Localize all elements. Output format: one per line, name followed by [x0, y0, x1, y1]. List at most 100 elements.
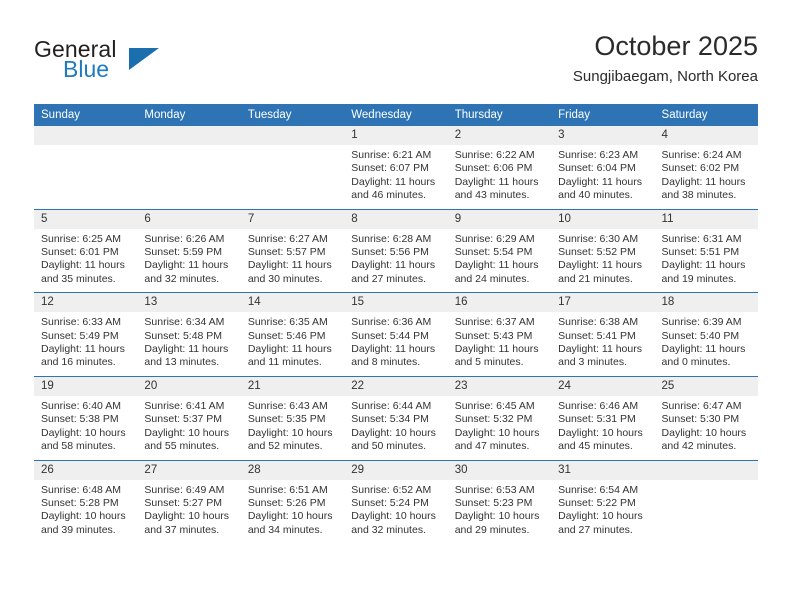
calendar-page: General Blue October 2025 Sungjibaegam, … [0, 0, 792, 612]
day-details: Sunrise: 6:51 AM Sunset: 5:26 PM Daylight:… [241, 480, 344, 544]
calendar-body: 1 Sunrise: 6:21 AM Sunset: 6:07 PM Daylight… [34, 126, 758, 544]
day-number: 8 [344, 209, 448, 229]
daylight-hours: Daylight: 11 hours [247, 259, 332, 272]
calendar-day-cell[interactable]: 23 Sunrise: 6:45 AM Sunset: 5:32 PM Dayligh… [447, 375, 552, 460]
daylight-hours: Daylight: 11 hours [454, 343, 539, 356]
calendar-day-cell[interactable]: 18 Sunrise: 6:39 AM Sunset: 5:40 PM Dayligh… [654, 292, 758, 377]
sunrise-time: Sunrise: 6:49 AM [144, 483, 225, 496]
day-details: Sunrise: 6:35 AM Sunset: 5:46 PM Daylight:… [241, 312, 344, 376]
calendar-day-cell[interactable]: 21 Sunrise: 6:43 AM Sunset: 5:35 PM Dayligh… [240, 375, 345, 460]
daylight-hours: Daylight: 11 hours [558, 343, 642, 356]
sunrise-time: Sunrise: 6:43 AM [247, 399, 328, 412]
daylight-minutes: and 11 minutes. [247, 356, 322, 369]
daylight-hours: Daylight: 11 hours [558, 175, 642, 188]
daylight-minutes: and 38 minutes. [661, 189, 737, 202]
calendar-day-cell[interactable]: 10 Sunrise: 6:30 AM Sunset: 5:52 PM Dayligh… [551, 208, 655, 293]
calendar-day-cell[interactable]: 14 Sunrise: 6:35 AM Sunset: 5:46 PM Dayligh… [240, 292, 345, 377]
calendar-day-cell[interactable]: 11 Sunrise: 6:31 AM Sunset: 5:51 PM Dayligh… [654, 208, 758, 293]
calendar-day-cell[interactable]: 16 Sunrise: 6:37 AM Sunset: 5:43 PM Dayligh… [447, 292, 552, 377]
calendar-day-cell[interactable]: 24 Sunrise: 6:46 AM Sunset: 5:31 PM Dayligh… [551, 375, 655, 460]
sunset-time: Sunset: 5:34 PM [351, 413, 429, 426]
sunrise-time: Sunrise: 6:33 AM [41, 316, 121, 329]
day-number: 9 [447, 209, 552, 229]
calendar-day-cell[interactable]: 15 Sunrise: 6:36 AM Sunset: 5:44 PM Dayligh… [344, 292, 448, 377]
day-number: 13 [137, 293, 241, 313]
calendar-day-cell[interactable]: 29 Sunrise: 6:52 AM Sunset: 5:24 PM Dayligh… [344, 459, 448, 544]
calendar-day-cell[interactable]: 8 Sunrise: 6:28 AM Sunset: 5:56 PM Daylight… [344, 208, 448, 293]
calendar-day-cell[interactable]: 1 Sunrise: 6:21 AM Sunset: 6:07 PM Daylight… [344, 126, 448, 210]
day-details: Sunrise: 6:33 AM Sunset: 5:49 PM Daylight:… [34, 312, 137, 376]
sunset-time: Sunset: 5:24 PM [351, 496, 429, 509]
weekday-header-tuesday: Tuesday [240, 104, 345, 126]
calendar-day-cell[interactable]: 7 Sunrise: 6:27 AM Sunset: 5:57 PM Daylight… [240, 208, 345, 293]
sunset-time: Sunset: 5:32 PM [454, 413, 533, 426]
sunrise-time: Sunrise: 6:41 AM [144, 399, 225, 412]
day-details: Sunrise: 6:53 AM Sunset: 5:23 PM Daylight:… [448, 480, 551, 544]
daylight-hours: Daylight: 10 hours [454, 426, 540, 439]
day-number: 28 [240, 460, 345, 480]
day-details: Sunrise: 6:44 AM Sunset: 5:34 PM Daylight:… [344, 396, 447, 460]
day-details [241, 145, 344, 208]
day-number: 15 [344, 293, 448, 313]
calendar-day-cell[interactable]: 9 Sunrise: 6:29 AM Sunset: 5:54 PM Daylight… [447, 208, 552, 293]
daylight-minutes: and 45 minutes. [558, 440, 633, 453]
day-number: 22 [344, 376, 448, 396]
day-number: 20 [137, 376, 241, 396]
calendar-day-cell[interactable]: 6 Sunrise: 6:26 AM Sunset: 5:59 PM Daylight… [137, 208, 241, 293]
sunrise-time: Sunrise: 6:21 AM [351, 149, 432, 161]
daylight-hours: Daylight: 10 hours [661, 426, 747, 439]
daylight-hours: Daylight: 11 hours [351, 343, 436, 356]
sunset-time: Sunset: 5:51 PM [661, 246, 740, 259]
day-details: Sunrise: 6:39 AM Sunset: 5:40 PM Daylight:… [655, 312, 758, 376]
sunrise-time: Sunrise: 6:29 AM [454, 232, 535, 245]
calendar-day-cell[interactable]: 31 Sunrise: 6:54 AM Sunset: 5:22 PM Dayligh… [551, 459, 655, 544]
calendar-day-cell[interactable]: 22 Sunrise: 6:44 AM Sunset: 5:34 PM Dayligh… [344, 375, 448, 460]
sunset-time: Sunset: 5:43 PM [454, 329, 533, 342]
calendar-day-cell[interactable]: 17 Sunrise: 6:38 AM Sunset: 5:41 PM Dayligh… [551, 292, 655, 377]
day-number [137, 126, 241, 145]
page-subtitle: Sungjibaegam, North Korea [572, 68, 758, 85]
day-details: Sunrise: 6:25 AM Sunset: 6:01 PM Daylight:… [34, 229, 137, 293]
calendar-week-row: 26 Sunrise: 6:48 AM Sunset: 5:28 PM Dayligh… [34, 459, 758, 544]
day-number: 12 [34, 293, 138, 313]
calendar-day-cell[interactable]: 30 Sunrise: 6:53 AM Sunset: 5:23 PM Dayligh… [447, 459, 552, 544]
sunrise-time: Sunrise: 6:39 AM [661, 316, 742, 329]
calendar-day-cell[interactable]: 2 Sunrise: 6:22 AM Sunset: 6:06 PM Daylight… [447, 126, 552, 210]
sunset-time: Sunset: 6:02 PM [661, 162, 740, 175]
sunset-time: Sunset: 5:52 PM [558, 246, 636, 259]
sunrise-time: Sunrise: 6:27 AM [247, 232, 328, 245]
calendar-day-cell[interactable]: 25 Sunrise: 6:47 AM Sunset: 5:30 PM Dayligh… [654, 375, 758, 460]
day-number: 10 [551, 209, 655, 229]
daylight-minutes: and 50 minutes. [351, 440, 426, 453]
sunset-time: Sunset: 5:31 PM [558, 413, 636, 426]
sunrise-time: Sunrise: 6:22 AM [454, 149, 535, 161]
sunrise-time: Sunrise: 6:44 AM [351, 399, 432, 412]
sunset-time: Sunset: 5:54 PM [454, 246, 533, 259]
day-details [655, 480, 758, 543]
brand-logo[interactable]: General Blue [34, 36, 214, 88]
calendar-day-cell[interactable]: 27 Sunrise: 6:49 AM Sunset: 5:27 PM Dayligh… [137, 459, 241, 544]
sunset-time: Sunset: 5:40 PM [661, 329, 740, 342]
calendar-day-cell[interactable]: 13 Sunrise: 6:34 AM Sunset: 5:48 PM Dayligh… [137, 292, 241, 377]
day-details: Sunrise: 6:37 AM Sunset: 5:43 PM Daylight:… [448, 312, 551, 376]
weekday-header-monday: Monday [137, 104, 241, 126]
calendar-day-cell[interactable]: 5 Sunrise: 6:25 AM Sunset: 6:01 PM Daylight… [34, 208, 138, 293]
daylight-minutes: and 8 minutes. [351, 356, 421, 369]
calendar-day-cell[interactable]: 12 Sunrise: 6:33 AM Sunset: 5:49 PM Dayligh… [34, 292, 138, 377]
daylight-minutes: and 40 minutes. [558, 189, 633, 202]
calendar-day-cell[interactable]: 3 Sunrise: 6:23 AM Sunset: 6:04 PM Daylight… [551, 126, 655, 210]
sunset-time: Sunset: 5:59 PM [144, 246, 223, 259]
daylight-hours: Daylight: 10 hours [247, 510, 333, 523]
calendar-day-cell[interactable]: 19 Sunrise: 6:40 AM Sunset: 5:38 PM Dayligh… [34, 375, 138, 460]
daylight-minutes: and 21 minutes. [558, 272, 633, 285]
calendar-day-cell[interactable]: 26 Sunrise: 6:48 AM Sunset: 5:28 PM Dayligh… [34, 459, 138, 544]
day-details: Sunrise: 6:23 AM Sunset: 6:04 PM Daylight:… [551, 145, 654, 209]
sunset-time: Sunset: 5:38 PM [41, 413, 119, 426]
daylight-hours: Daylight: 10 hours [558, 510, 643, 523]
calendar-day-cell[interactable]: 28 Sunrise: 6:51 AM Sunset: 5:26 PM Dayligh… [240, 459, 345, 544]
weekday-header-row: Sunday Monday Tuesday Wednesday Thursday Frid… [34, 104, 758, 126]
day-details: Sunrise: 6:27 AM Sunset: 5:57 PM Daylight:… [241, 229, 344, 293]
calendar-day-cell[interactable]: 20 Sunrise: 6:41 AM Sunset: 5:37 PM Dayligh… [137, 375, 241, 460]
sunrise-time: Sunrise: 6:54 AM [558, 483, 639, 496]
calendar-day-cell[interactable]: 4 Sunrise: 6:24 AM Sunset: 6:02 PM Daylight… [654, 126, 758, 210]
